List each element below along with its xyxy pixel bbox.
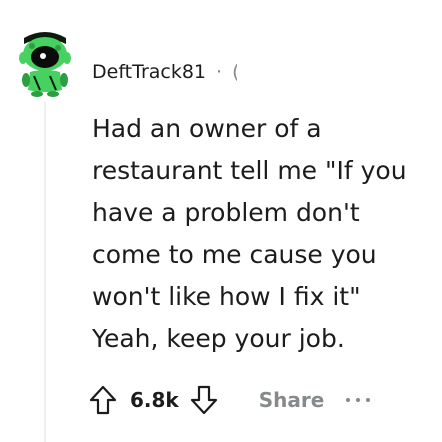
- comment-actions: 6.8k Share: [88, 380, 376, 420]
- snoo-avatar-icon: [16, 32, 74, 97]
- downvote-arrow-icon[interactable]: [189, 384, 219, 416]
- upvote-arrow-icon[interactable]: [88, 384, 118, 416]
- comment-card: DeftTrack81 · ( Had an owner of a restau…: [0, 0, 442, 442]
- more-dot: [346, 398, 351, 402]
- vote-score: 6.8k: [130, 388, 179, 412]
- comment-header: DeftTrack81 · (: [92, 58, 237, 86]
- thread-line[interactable]: [44, 102, 46, 442]
- separator-dot: ·: [216, 61, 223, 83]
- author-username[interactable]: DeftTrack81: [92, 61, 206, 83]
- share-button[interactable]: Share: [259, 388, 325, 412]
- more-options-icon[interactable]: [346, 398, 376, 402]
- timestamp[interactable]: (: [232, 61, 237, 83]
- comment-body: Had an owner of a restaurant tell me "If…: [92, 114, 407, 353]
- avatar[interactable]: [14, 24, 76, 98]
- more-dot: [356, 398, 361, 402]
- more-dot: [366, 398, 371, 402]
